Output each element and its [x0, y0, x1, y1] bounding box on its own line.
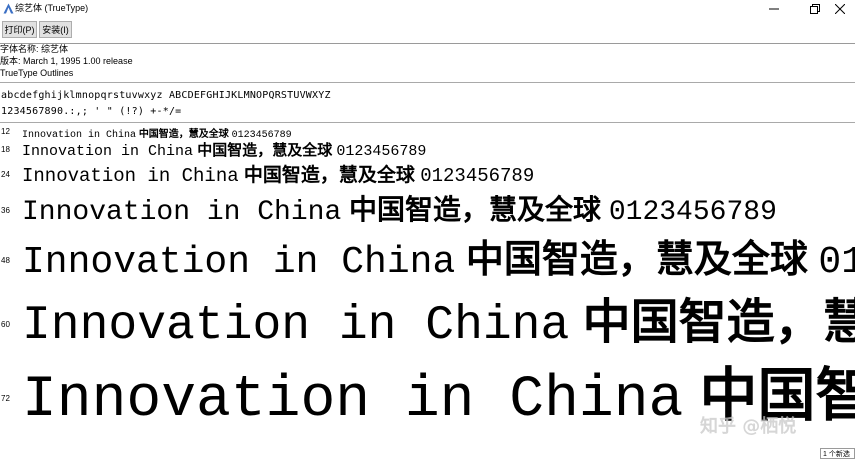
- sample-text: Innovation in China 中国智造，慧及全球 0123456789: [22, 188, 777, 228]
- size-label: 24: [1, 170, 10, 179]
- sample-row-12: 12 Innovation in China 中国智造，慧及全球 0123456…: [0, 125, 855, 139]
- minimize-button[interactable]: [759, 0, 789, 17]
- cjk-sample: 中国智造，慧及全球: [582, 294, 855, 348]
- sample-row-24: 24 Innovation in China 中国智造，慧及全球 0123456…: [0, 160, 855, 188]
- sample-text: Innovation in China 中国智造，慧及全球 0123456789: [22, 139, 426, 160]
- sample-text: Innovation in China 中国智造，慧及全球 0123456789: [22, 160, 534, 187]
- charset-line-1: abcdefghijklmnopqrstuvwxyz ABCDEFGHIJKLM…: [1, 90, 331, 101]
- separator: [0, 122, 855, 123]
- charset-line-2: 1234567890.:,; ' " (!?) +-*/=: [1, 106, 182, 117]
- size-label: 72: [1, 394, 10, 403]
- sample-text: Innovation in China 中国智造，慧及全球 0123456789: [22, 125, 292, 139]
- size-label: 48: [1, 256, 10, 265]
- sample-row-18: 18 Innovation in China 中国智造，慧及全球 0123456…: [0, 139, 855, 161]
- size-label: 18: [1, 145, 10, 154]
- cjk-sample: 中国智造，慧及全球: [243, 164, 415, 186]
- close-button[interactable]: [825, 0, 855, 17]
- size-label: 60: [1, 320, 10, 329]
- print-button[interactable]: 打印(P): [2, 21, 37, 38]
- latin-sample: Innovation in China: [22, 130, 137, 139]
- toolbar: 打印(P) 安装(I): [0, 17, 855, 44]
- sample-row-60: 60 Innovation in China 中国智造，慧及全球 0123456…: [0, 282, 855, 348]
- cjk-sample: 中国智造，慧及全球: [197, 141, 333, 159]
- sample-row-48: 48 Innovation in China 中国智造，慧及全球 0123456…: [0, 228, 855, 282]
- status-indicator: 1 个新选: [820, 448, 855, 459]
- digits-sample: 0123456789: [336, 143, 427, 160]
- digits-sample: 0123456789: [231, 130, 292, 139]
- latin-sample: Innovation in China: [22, 368, 684, 428]
- latin-sample: Innovation in China: [22, 165, 239, 187]
- font-viewer-icon: [3, 3, 14, 14]
- size-label: 36: [1, 206, 10, 215]
- size-label: 12: [1, 127, 10, 136]
- close-icon: [835, 3, 845, 14]
- install-button[interactable]: 安装(I): [39, 21, 72, 38]
- minimize-icon: [769, 8, 779, 9]
- sample-row-36: 36 Innovation in China 中国智造，慧及全球 0123456…: [0, 188, 855, 228]
- latin-sample: Innovation in China: [22, 143, 194, 160]
- sample-text: Innovation in China 中国智造，慧及全球 0123456789: [22, 282, 855, 348]
- watermark: 知乎 @栖悦: [700, 416, 797, 437]
- font-outline-line: TrueType Outlines: [0, 68, 74, 78]
- sample-text: Innovation in China 中国智造，慧及全球 0123456789: [22, 228, 855, 282]
- cjk-sample: 中国智造，慧及全球: [138, 129, 229, 139]
- separator: [0, 82, 855, 83]
- digits-sample: 0123456789: [608, 197, 777, 228]
- latin-sample: Innovation in China: [22, 241, 456, 282]
- digits-sample: 0123456789: [420, 165, 535, 187]
- cjk-sample: 中国智造，慧及全球: [465, 237, 808, 281]
- window-title: 综艺体 (TrueType): [15, 3, 89, 13]
- title-bar: 综艺体 (TrueType): [0, 0, 855, 17]
- font-version-line: 版本: March 1, 1995 1.00 release: [0, 56, 133, 66]
- cjk-sample: 中国智造，慧及全球: [349, 193, 602, 226]
- latin-sample: Innovation in China: [22, 197, 342, 228]
- latin-sample: Innovation in China: [22, 299, 570, 348]
- font-name-line: 字体名称: 综艺体: [0, 44, 69, 54]
- digits-sample: 0123456789: [818, 241, 855, 282]
- restore-icon: [810, 3, 820, 14]
